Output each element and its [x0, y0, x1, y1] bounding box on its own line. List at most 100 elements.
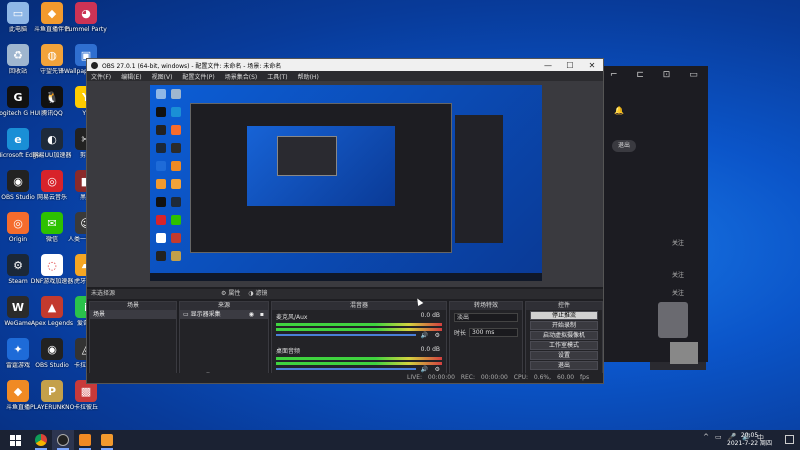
menu-scene-collection[interactable]: 场景集合(S): [225, 72, 258, 81]
menu-help[interactable]: 帮助(H): [298, 72, 319, 81]
background-app-window[interactable]: ⌐ ⊏ ⊡ ▭ 退出 🔔 关注 关注 关注: [600, 66, 708, 364]
preview-capture: [150, 85, 542, 281]
douyu-icon: [79, 434, 91, 446]
gear-icon[interactable]: ⚙: [221, 290, 226, 297]
scene-item[interactable]: 场景: [90, 310, 176, 319]
desktop-icon[interactable]: ◕ Pummel Party: [64, 2, 108, 42]
preview-mini-icon: [156, 233, 166, 243]
origin-icon: ◎: [7, 212, 29, 234]
nested-preview: [247, 126, 395, 206]
follow-label[interactable]: 关注: [672, 238, 684, 247]
cpu-status: CPU: 0.6%, 60.00 fps: [513, 374, 590, 381]
menu-view[interactable]: 视图(V): [152, 72, 173, 81]
source-item[interactable]: ▭ 显示器采集 ◉ ▪: [180, 310, 268, 319]
obs-icon-2: ◉: [41, 338, 63, 360]
preview-mini-icon: [171, 197, 181, 207]
level-meter: [276, 323, 442, 326]
window-title: OBS 27.0.1 (64-bit, windows) - 配置文件: 未命名…: [102, 62, 282, 70]
transition-type-select[interactable]: 淡出: [454, 313, 518, 322]
obs-titlebar[interactable]: OBS 27.0.1 (64-bit, windows) - 配置文件: 未命名…: [87, 59, 603, 71]
channel-db: 0.0 dB: [420, 346, 440, 353]
stop-streaming-button[interactable]: 停止推流: [530, 311, 598, 320]
taskbar-douyu-companion[interactable]: [96, 430, 118, 450]
no-source-label: 未选择源: [91, 290, 116, 297]
preview-mini-icon: [156, 251, 166, 261]
duration-label: 时长: [454, 330, 467, 337]
logitech-icon: G: [7, 86, 29, 108]
duration-input[interactable]: 300 ms: [469, 328, 518, 337]
follow-label[interactable]: 关注: [672, 288, 684, 297]
menu-tools[interactable]: 工具(T): [267, 72, 287, 81]
network-icon[interactable]: ▭: [715, 433, 722, 443]
clock[interactable]: 20:05 2021-7-22 周四: [727, 432, 772, 448]
uu-icon: ◐: [41, 128, 63, 150]
filters-button[interactable]: 滤镜: [255, 290, 267, 297]
exit-button[interactable]: 退出: [612, 140, 636, 152]
pubg-icon: P: [41, 380, 63, 402]
menubar: 文件(F) 编辑(E) 视图(V) 配置文件(P) 场景集合(S) 工具(T) …: [87, 71, 603, 81]
volume-slider[interactable]: [276, 368, 416, 370]
volume-slider[interactable]: [276, 334, 416, 336]
gear-icon[interactable]: ⚙: [435, 332, 440, 339]
leiting-icon: ✦: [7, 338, 29, 360]
level-meter: [276, 328, 442, 331]
preview-taskbar: [150, 273, 542, 281]
speaker-icon[interactable]: 🔊: [421, 332, 428, 339]
scenes-header: 场景: [90, 302, 176, 310]
speaker-icon[interactable]: 🔊: [421, 366, 428, 373]
channel-name: 麦克风/Aux: [276, 314, 308, 321]
menu-profile[interactable]: 配置文件(P): [182, 72, 214, 81]
preview-mini-icon: [156, 107, 166, 117]
bell-icon[interactable]: 🔔: [614, 106, 624, 115]
menu-edit[interactable]: 编辑(E): [121, 72, 141, 81]
windows-icon: [9, 434, 21, 446]
obs-logo-icon: [91, 61, 98, 69]
channel-db: 0.0 dB: [420, 312, 440, 319]
follow-label[interactable]: 关注: [672, 270, 684, 279]
settings-button[interactable]: 设置: [530, 351, 598, 360]
start-virtual-camera-button[interactable]: 启动虚拟摄像机: [530, 331, 598, 340]
taskbar-douyu[interactable]: [74, 430, 96, 450]
properties-button[interactable]: 属性: [228, 290, 240, 297]
controls-header: 控件: [526, 302, 602, 310]
minimize-icon[interactable]: —: [537, 61, 559, 70]
preview-mini-icon: [156, 197, 166, 207]
overwatch-icon: ◍: [41, 44, 63, 66]
steam-icon: ⚙: [7, 254, 29, 276]
wechat-icon: ✉: [41, 212, 63, 234]
preview-mini-icon: [156, 143, 166, 153]
notification-icon[interactable]: [785, 435, 794, 444]
level-meter: [276, 362, 442, 365]
studio-mode-button[interactable]: 工作室模式: [530, 341, 598, 350]
taskbar-chrome[interactable]: [30, 430, 52, 450]
avatar-2: [670, 342, 698, 364]
controls-dock: 控件 停止推流 开始录制 启动虚拟摄像机 工作室模式 设置 退出: [525, 301, 603, 383]
preview-mini-icon: [171, 161, 181, 171]
close-icon[interactable]: ✕: [581, 61, 603, 70]
pummel-icon: ◕: [75, 2, 97, 24]
exit-button[interactable]: 退出: [530, 361, 598, 370]
preview-mini-icon: [156, 215, 166, 225]
obs-window[interactable]: OBS 27.0.1 (64-bit, windows) - 配置文件: 未命名…: [86, 58, 604, 384]
maximize-icon[interactable]: ☐: [559, 61, 581, 70]
qq-icon: 🐧: [41, 86, 63, 108]
recycle-bin-icon: ♻: [7, 44, 29, 66]
start-recording-button[interactable]: 开始录制: [530, 321, 598, 330]
rec-status: REC: 00:00:00: [460, 374, 508, 381]
window-controls[interactable]: ⌐ ⊏ ⊡ ▭: [610, 70, 706, 80]
menu-file[interactable]: 文件(F): [91, 72, 111, 81]
filter-icon[interactable]: ◑: [248, 290, 253, 297]
preview-mini-icon: [171, 251, 181, 261]
start-button[interactable]: [0, 430, 30, 450]
desktop-icon[interactable]: ▩ 卡拉彼丘: [64, 380, 108, 420]
chrome-icon: [35, 434, 47, 446]
preview-area[interactable]: [87, 81, 603, 287]
lock-icon[interactable]: ▪: [260, 310, 264, 319]
eye-icon[interactable]: ◉: [249, 310, 254, 319]
tray-expand-icon[interactable]: ^: [703, 433, 709, 443]
monitor-icon: ▭: [183, 311, 191, 318]
gear-icon[interactable]: ⚙: [435, 366, 440, 373]
source-label: 显示器采集: [190, 311, 221, 318]
preview-mini-icon: [171, 179, 181, 189]
taskbar-obs[interactable]: [52, 430, 74, 450]
